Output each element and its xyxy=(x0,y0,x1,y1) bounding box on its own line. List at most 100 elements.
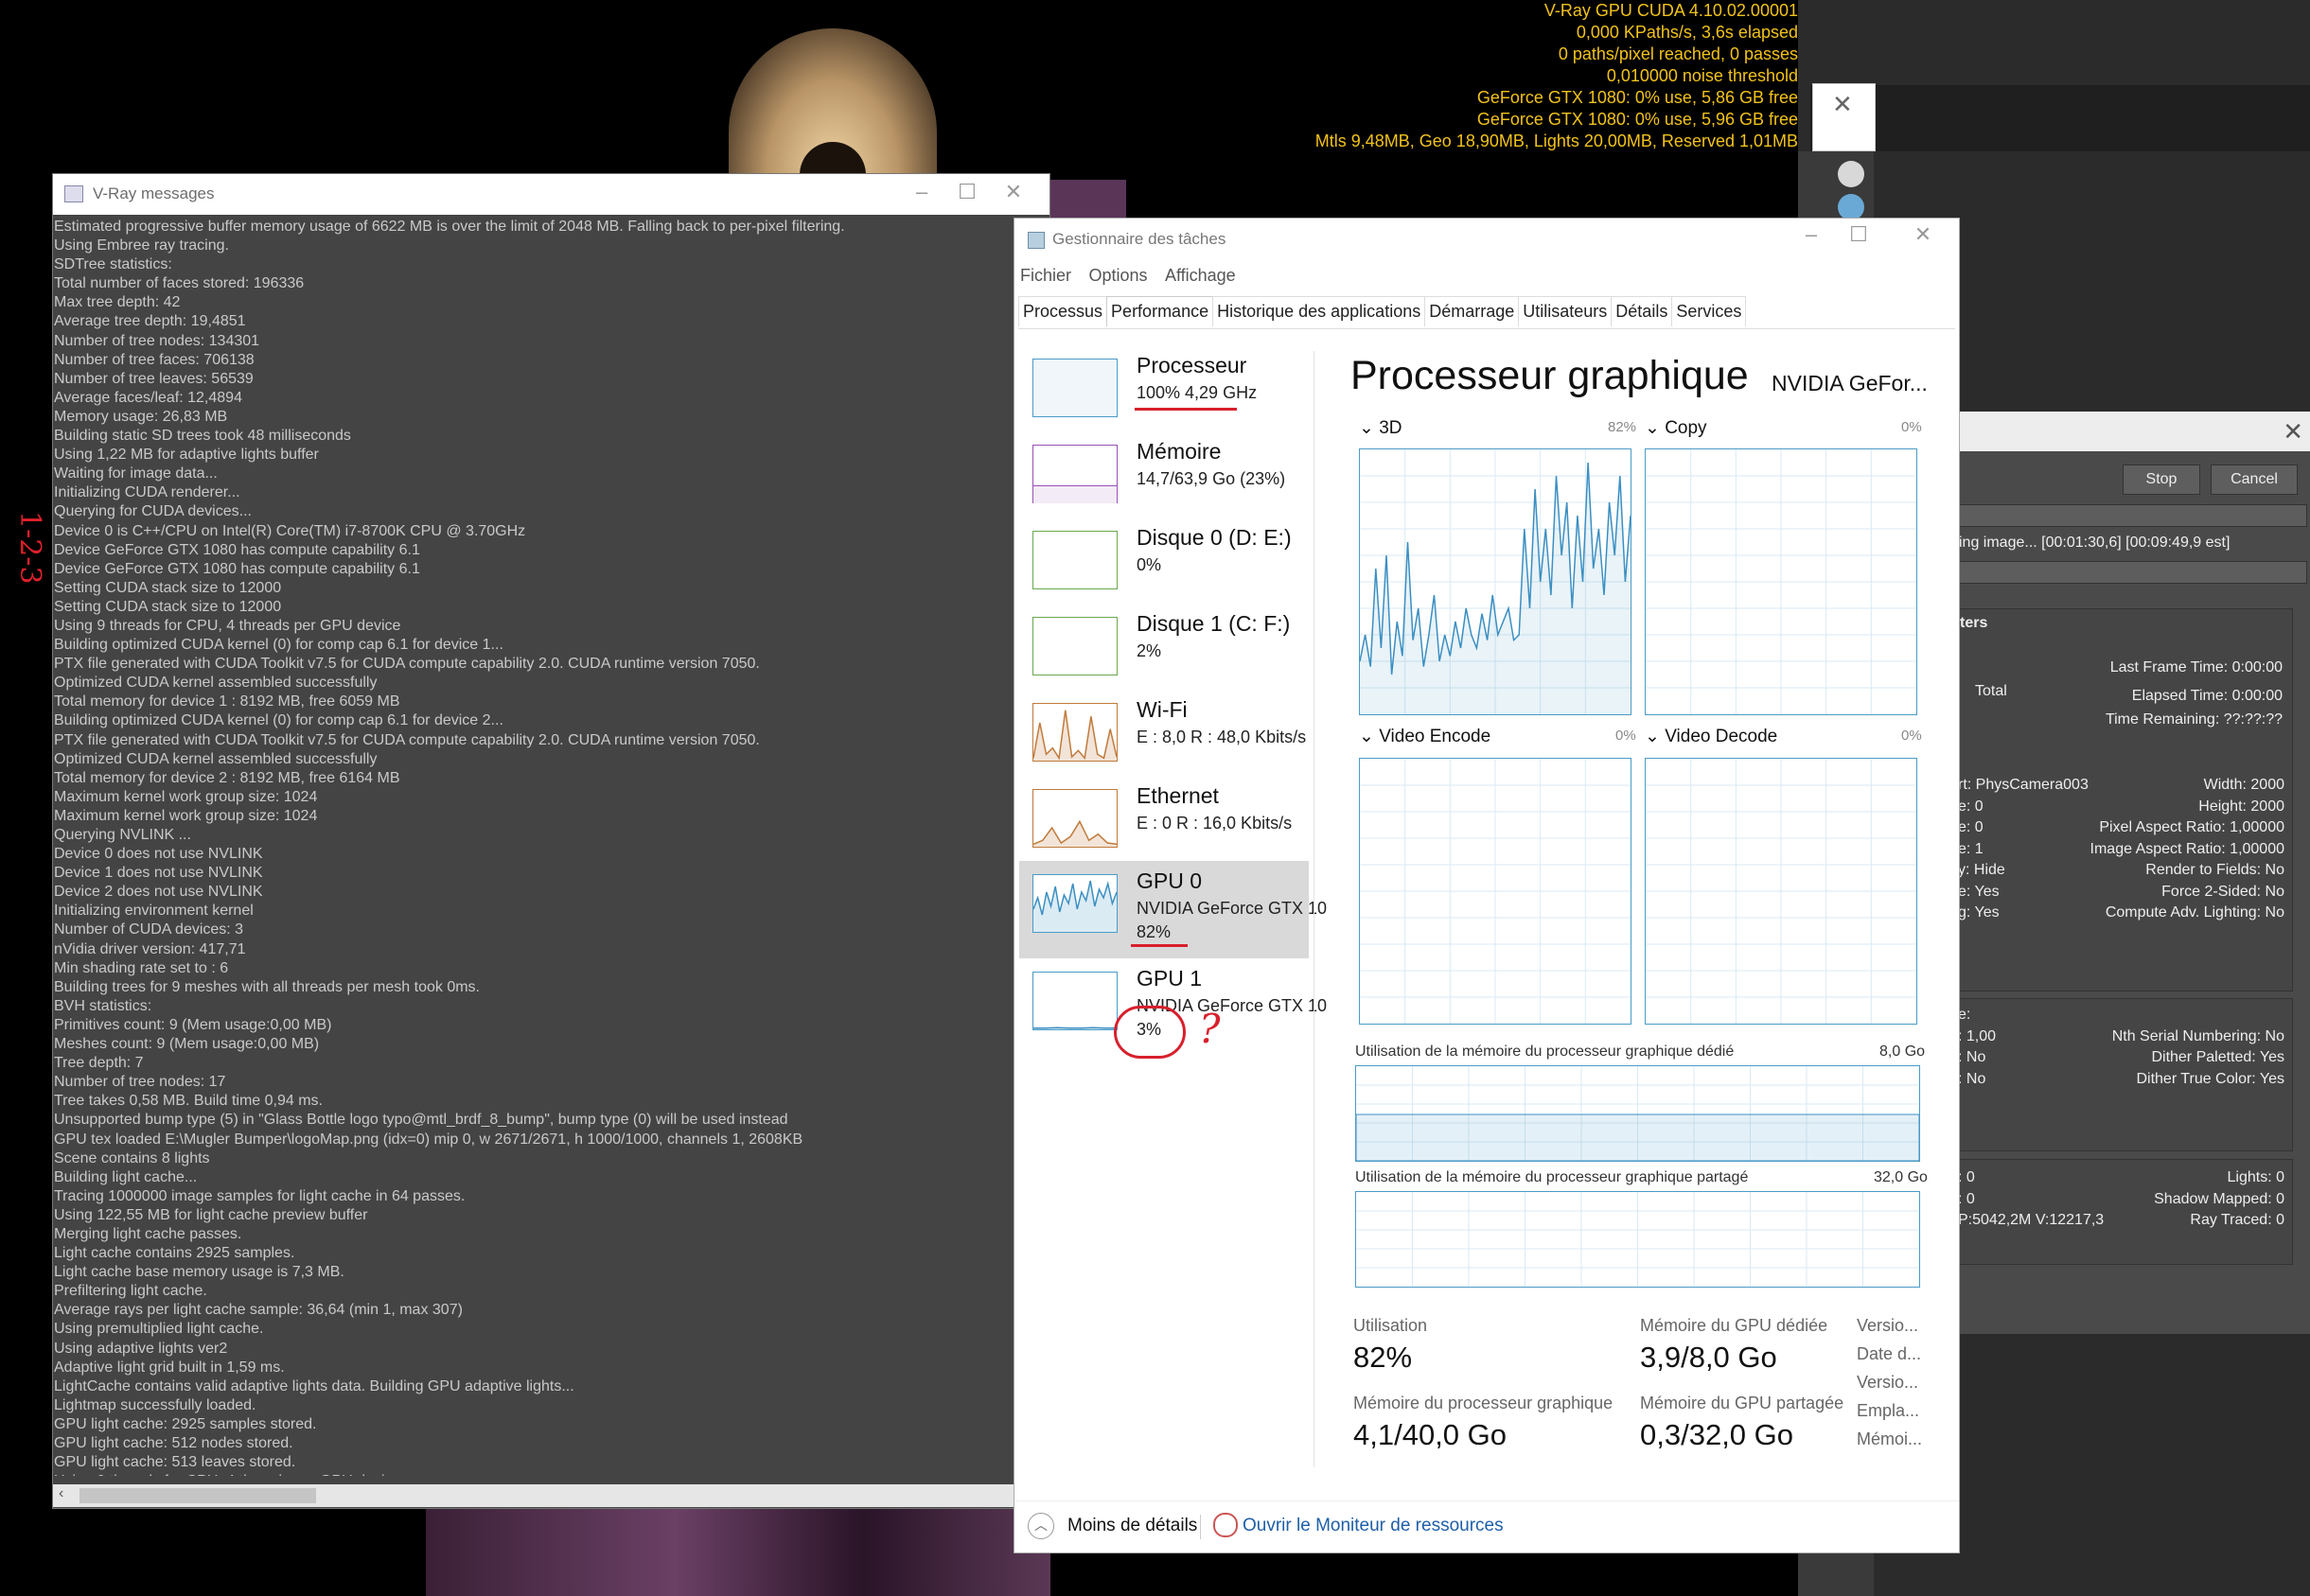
vfb-color-tool-icon[interactable] xyxy=(1838,194,1864,220)
sidebar-item-disque-1[interactable]: Disque 1 (C: F:) 2% xyxy=(1019,609,1309,696)
sidebar-item-label: Disque 0 (D: E:) xyxy=(1137,525,1292,550)
param-text: : No xyxy=(1958,1049,1986,1065)
overlay-line: Mtls 9,48MB, Geo 18,90MB, Lights 20,00MB… xyxy=(1314,132,1798,150)
scroll-left-icon[interactable]: ‹ xyxy=(59,1485,63,1502)
graph-video-encode xyxy=(1359,758,1631,1025)
progress-status: ing image... [00:01:30,6] [00:09:49,9 es… xyxy=(1959,535,2231,551)
series-area xyxy=(1033,881,1117,932)
series-line xyxy=(1033,1026,1117,1029)
section-title: ters xyxy=(1960,615,1988,631)
log-line: Building optimized CUDA kernel (0) for c… xyxy=(54,712,503,729)
log-line: Number of tree nodes: 17 xyxy=(54,1074,226,1091)
menu-fichier[interactable]: Fichier xyxy=(1020,266,1071,285)
tab-processus[interactable]: Processus xyxy=(1018,296,1108,326)
graph-3d-label[interactable]: ⌄ 3D xyxy=(1359,417,1402,439)
menu-affichage[interactable]: Affichage xyxy=(1165,266,1236,285)
series-line xyxy=(1032,710,1118,761)
scrollbar-thumb[interactable] xyxy=(79,1488,316,1503)
overlay-line: GeForce GTX 1080: 0% use, 5,96 GB free xyxy=(1476,110,1798,129)
small-dialog: ✕ xyxy=(1812,83,1876,151)
log-line: Adaptive light grid built in 1,59 ms. xyxy=(54,1359,285,1376)
horizontal-scrollbar[interactable]: ‹ xyxy=(53,1484,1049,1507)
sidebar-item-disque-0[interactable]: Disque 0 (D: E:) 0% xyxy=(1019,523,1309,610)
resource-monitor-link[interactable]: Ouvrir le Moniteur de ressources xyxy=(1243,1516,1504,1536)
gpu0-thumbnail xyxy=(1032,874,1118,933)
vfb-circle-tool-icon[interactable] xyxy=(1838,161,1864,187)
resource-monitor-icon[interactable] xyxy=(1213,1513,1238,1537)
ethernet-sparkline xyxy=(1032,819,1118,847)
tab-performance[interactable]: Performance xyxy=(1106,296,1214,326)
tab-details[interactable]: Détails xyxy=(1611,296,1673,326)
sidebar-item-label: Mémoire xyxy=(1137,439,1222,464)
graph-video-decode xyxy=(1645,758,1917,1025)
sidebar-item-wifi[interactable]: Wi-Fi E : 8,0 R : 48,0 Kbits/s xyxy=(1019,695,1309,782)
sidebar-item-memoire[interactable]: Mémoire 14,7/63,9 Go (23%) xyxy=(1019,437,1309,524)
close-icon[interactable]: ✕ xyxy=(1904,222,1942,247)
param-text: Render to Fields: No xyxy=(2145,862,2284,878)
utilisation-label: Utilisation xyxy=(1353,1316,1428,1335)
sidebar-item-gpu-0[interactable]: GPU 0 NVIDIA GeForce GTX 10 82% xyxy=(1019,861,1327,958)
log-line: Device 1 does not use NVLINK xyxy=(54,865,263,882)
param-text: e: Yes xyxy=(1958,883,2000,900)
tab-historique[interactable]: Historique des applications xyxy=(1212,296,1426,326)
graph-copy-label[interactable]: ⌄ Copy xyxy=(1645,417,1707,439)
less-details-button[interactable]: Moins de détails xyxy=(1067,1516,1197,1536)
maximize-icon[interactable]: ☐ xyxy=(948,180,986,204)
lights-section: : 0: 0 P:5042,2M V:12217,3 Lights: 0 Shado… xyxy=(1955,1159,2293,1265)
sidebar-item-value: E : 0 R : 16,0 Kbits/s xyxy=(1137,814,1293,833)
log-line: Device GeForce GTX 1080 has compute capa… xyxy=(54,541,420,558)
dedicated-mem-label: Utilisation de la mémoire du processeur … xyxy=(1355,1044,1735,1060)
graph-encode-label[interactable]: ⌄ Video Encode xyxy=(1359,726,1490,747)
overlay-line: 0,000 KPaths/s, 3,6s elapsed xyxy=(1576,23,1798,42)
log-line: Number of CUDA devices: 3 xyxy=(54,921,244,938)
shared-mem-label: Utilisation de la mémoire du processeur … xyxy=(1355,1169,1749,1185)
utilisation-value: 82% xyxy=(1353,1341,1413,1374)
log-line: Primitives count: 9 (Mem usage:0,00 MB) xyxy=(54,1016,332,1033)
graph-decode-label[interactable]: ⌄ Video Decode xyxy=(1645,726,1777,747)
log-line: Setting CUDA stack size to 12000 xyxy=(54,579,282,596)
tab-demarrage[interactable]: Démarrage xyxy=(1424,296,1520,326)
log-line: Light cache base memory usage is 7,3 MB. xyxy=(54,1264,344,1281)
close-icon[interactable]: ✕ xyxy=(995,180,1032,204)
sidebar-item-value: NVIDIA GeForce GTX 10 xyxy=(1137,899,1328,918)
param-text: : No xyxy=(1958,1070,1986,1087)
memory-thumbnail xyxy=(1032,445,1118,503)
maximize-icon[interactable]: ☐ xyxy=(1840,222,1878,247)
close-icon[interactable]: ✕ xyxy=(1832,90,1853,119)
sidebar-item-gpu-1[interactable]: GPU 1 NVIDIA GeForce GTX 10 3% ? xyxy=(1019,958,1327,1059)
wifi-sparkline xyxy=(1032,710,1118,761)
menu-options[interactable]: Options xyxy=(1088,266,1147,285)
log-line: Maximum kernel work group size: 1024 xyxy=(54,807,318,824)
stop-button[interactable]: Stop xyxy=(2123,465,2200,495)
log-line: Using adaptive lights ver2 xyxy=(54,1340,228,1357)
log-line: Maximum kernel work group size: 1024 xyxy=(54,788,318,805)
log-line: Building optimized CUDA kernel (0) for c… xyxy=(54,637,503,654)
tab-utilisateurs[interactable]: Utilisateurs xyxy=(1518,296,1613,326)
log-line: Querying NVLINK ... xyxy=(54,827,191,843)
ethernet-thumbnail xyxy=(1032,789,1118,848)
log-line: Unsupported bump type (5) in "Glass Bott… xyxy=(54,1112,788,1129)
minimize-icon[interactable]: – xyxy=(903,180,941,204)
chevron-up-icon[interactable]: ︿ xyxy=(1028,1513,1054,1539)
gpu1-thumbnail xyxy=(1032,972,1118,1030)
task-manager-icon xyxy=(1028,232,1045,249)
log-line: Min shading rate set to : 6 xyxy=(54,959,229,976)
extra-label: Empla... xyxy=(1857,1401,1920,1420)
gpu-model-name: NVIDIA GeFor... xyxy=(1772,371,1928,395)
log-line: Memory usage: 26,83 MB xyxy=(54,408,228,425)
close-icon[interactable]: ✕ xyxy=(2283,417,2303,447)
param-text: Dither Paletted: Yes xyxy=(2151,1049,2284,1065)
log-line: PTX file generated with CUDA Toolkit v7.… xyxy=(54,731,760,748)
cancel-button[interactable]: Cancel xyxy=(2211,465,2298,495)
minimize-icon[interactable]: – xyxy=(1792,222,1830,247)
sidebar-item-processeur[interactable]: Processeur 100% 4,29 GHz xyxy=(1019,351,1309,438)
chevron-down-icon: ⌄ xyxy=(1359,727,1380,746)
graph-copy xyxy=(1645,448,1917,715)
graph-label-text: Copy xyxy=(1665,418,1707,438)
param-text: e: 1 xyxy=(1958,840,1984,857)
tab-services[interactable]: Services xyxy=(1671,296,1747,326)
extra-label: Mémoi... xyxy=(1857,1429,1923,1448)
sidebar-item-ethernet[interactable]: Ethernet E : 0 R : 16,0 Kbits/s xyxy=(1019,781,1309,868)
log-line: GPU light cache: 2925 samples stored. xyxy=(54,1415,317,1432)
param-text: Pixel Aspect Ratio: 1,00000 xyxy=(2099,819,2284,835)
